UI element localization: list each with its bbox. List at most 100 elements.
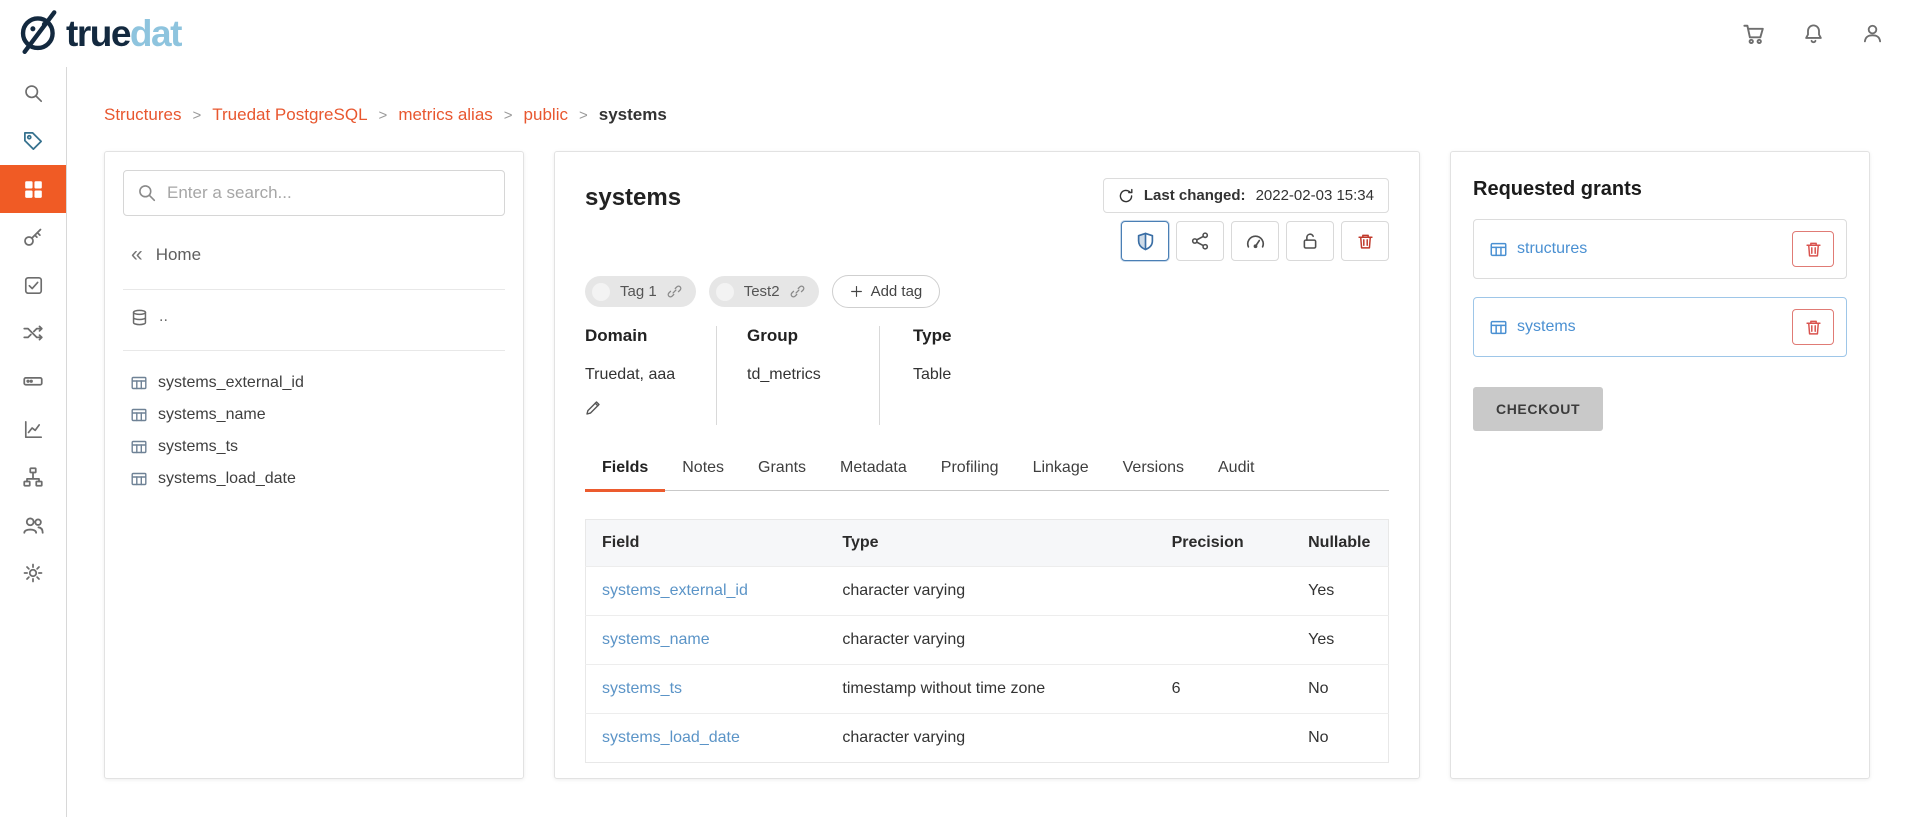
field-type: character varying [826, 567, 1155, 616]
shield-icon [1136, 232, 1155, 251]
tab-profiling[interactable]: Profiling [924, 449, 1016, 490]
tag-label: Test2 [744, 283, 780, 300]
tab-fields[interactable]: Fields [585, 449, 665, 490]
column-header-type: Type [826, 520, 1155, 567]
topbar: truedat [0, 0, 1909, 67]
detail-header: systems Last changed: 2022-02-03 15:34 [585, 178, 1389, 261]
list-item[interactable]: systems_ts [123, 431, 505, 463]
delete-structure-button[interactable] [1341, 221, 1389, 261]
cart-icon[interactable] [1743, 23, 1765, 45]
table-row: systems_load_date character varying No [586, 714, 1389, 763]
search-input[interactable] [167, 183, 490, 203]
add-tag-button[interactable]: Add tag [832, 275, 941, 308]
protection-button[interactable] [1121, 221, 1169, 261]
truedat-logo[interactable]: truedat [18, 8, 181, 59]
owl-logo-icon [18, 8, 62, 59]
list-item[interactable]: systems_name [123, 399, 505, 431]
tab-linkage[interactable]: Linkage [1016, 449, 1106, 490]
table-columns-icon [131, 471, 147, 487]
database-icon [131, 309, 148, 326]
shuffle-icon [23, 323, 43, 343]
home-link[interactable]: « Home [131, 244, 505, 265]
column-header-field: Field [586, 520, 827, 567]
checkout-button[interactable]: CHECKOUT [1473, 387, 1603, 431]
table-columns-icon [131, 439, 147, 455]
sidebar-item-search[interactable] [0, 69, 66, 117]
tag-remove-dot[interactable] [716, 283, 734, 301]
grant-link[interactable]: systems [1490, 318, 1576, 336]
field-type: character varying [826, 616, 1155, 665]
field-link[interactable]: systems_ts [586, 665, 827, 714]
sidebar-item-settings[interactable] [0, 549, 66, 597]
sidebar-item-lineage[interactable] [0, 309, 66, 357]
cards-row: « Home .. systems_external_id sy [104, 151, 1909, 779]
fields-table: Field Type Precision Nullable systems_ex… [585, 519, 1389, 763]
bell-icon[interactable] [1803, 23, 1824, 44]
breadcrumb-link-system[interactable]: Truedat PostgreSQL [212, 105, 367, 125]
breadcrumb-link-structures[interactable]: Structures [104, 105, 181, 125]
field-link[interactable]: systems_name [586, 616, 827, 665]
table-icon [1490, 241, 1507, 258]
share-button[interactable] [1176, 221, 1224, 261]
breadcrumb-separator: > [504, 107, 513, 124]
tab-versions[interactable]: Versions [1106, 449, 1201, 490]
detail-header-actions: Last changed: 2022-02-03 15:34 [1103, 178, 1389, 261]
last-changed-value: 2022-02-03 15:34 [1256, 187, 1374, 204]
content-area: Structures > Truedat PostgreSQL > metric… [68, 67, 1909, 817]
parent-item-label: .. [159, 308, 168, 326]
field-link[interactable]: systems_external_id [586, 567, 827, 616]
delete-grant-button[interactable] [1792, 309, 1834, 345]
type-value: Table [913, 366, 951, 384]
breadcrumb-separator: > [379, 107, 388, 124]
parent-structure-item[interactable]: .. [131, 308, 505, 326]
requested-grants-panel: Requested grants structures systems [1450, 151, 1870, 779]
edit-domain-icon[interactable] [585, 400, 601, 416]
action-buttons [1121, 221, 1389, 261]
users-icon [23, 515, 44, 536]
profiling-button[interactable] [1231, 221, 1279, 261]
link-icon [790, 284, 805, 299]
breadcrumb-separator: > [579, 107, 588, 124]
gear-icon [23, 563, 43, 583]
lock-button[interactable] [1286, 221, 1334, 261]
field-nullable: No [1292, 665, 1388, 714]
sidebar [0, 67, 67, 817]
sidebar-item-dashboards[interactable] [0, 405, 66, 453]
field-type: character varying [826, 714, 1155, 763]
breadcrumb-link-database[interactable]: metrics alias [398, 105, 492, 125]
tag-icon [23, 131, 43, 151]
tab-notes[interactable]: Notes [665, 449, 741, 490]
grid-icon [24, 180, 43, 199]
tab-grants[interactable]: Grants [741, 449, 823, 490]
last-changed-refresh[interactable]: Last changed: 2022-02-03 15:34 [1103, 178, 1389, 213]
meta-domain: Domain Truedat, aaa [585, 326, 717, 425]
sidebar-item-taxonomy[interactable] [0, 453, 66, 501]
field-link[interactable]: systems_load_date [586, 714, 827, 763]
divider [123, 289, 505, 290]
grant-link[interactable]: structures [1490, 240, 1587, 258]
user-icon[interactable] [1862, 23, 1883, 44]
tag-chip[interactable]: Tag 1 [585, 276, 696, 307]
detail-tabs: Fields Notes Grants Metadata Profiling L… [585, 449, 1389, 491]
gauge-icon [1246, 232, 1265, 251]
tag-remove-dot[interactable] [592, 283, 610, 301]
tab-metadata[interactable]: Metadata [823, 449, 924, 490]
sidebar-item-users[interactable] [0, 501, 66, 549]
delete-grant-button[interactable] [1792, 231, 1834, 267]
sidebar-item-quality[interactable] [0, 261, 66, 309]
sidebar-item-sources[interactable] [0, 357, 66, 405]
sidebar-item-key[interactable] [0, 213, 66, 261]
field-label: systems_ts [158, 438, 238, 456]
page-title: systems [585, 184, 681, 212]
table-row: systems_name character varying Yes [586, 616, 1389, 665]
structure-tree-panel: « Home .. systems_external_id sy [104, 151, 524, 779]
breadcrumb-link-schema[interactable]: public [524, 105, 568, 125]
tab-audit[interactable]: Audit [1201, 449, 1271, 490]
sidebar-item-tags[interactable] [0, 117, 66, 165]
field-label: systems_load_date [158, 470, 296, 488]
list-item[interactable]: systems_load_date [123, 463, 505, 495]
list-item[interactable]: systems_external_id [123, 367, 505, 399]
tag-chip[interactable]: Test2 [709, 276, 819, 307]
sidebar-item-structures[interactable] [0, 165, 66, 213]
group-value: td_metrics [747, 366, 879, 384]
